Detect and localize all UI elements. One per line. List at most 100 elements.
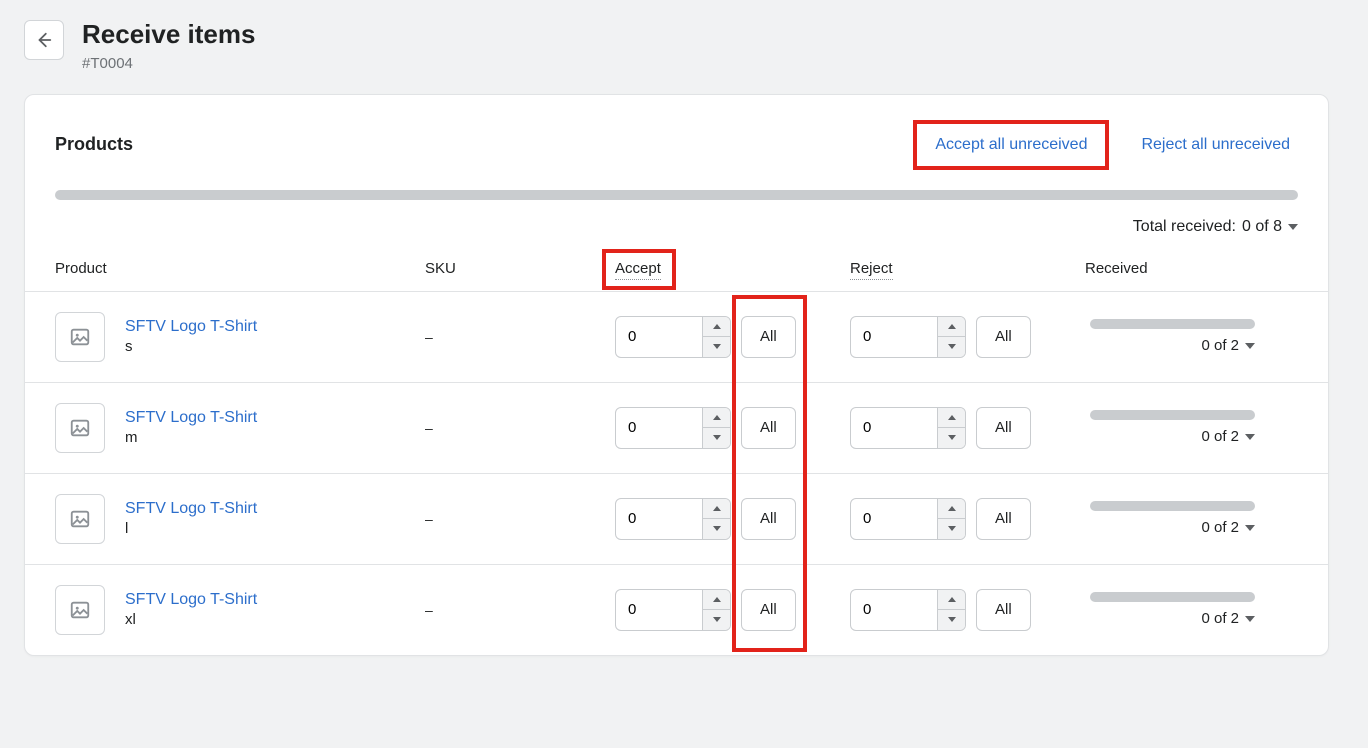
product-thumbnail — [55, 494, 105, 544]
table-row: SFTV Logo T-Shirt s – All — [25, 291, 1328, 382]
product-variant: m — [125, 429, 257, 446]
reject-qty-up[interactable] — [938, 317, 965, 338]
reject-all-button[interactable]: All — [976, 589, 1031, 631]
accept-qty-down[interactable] — [703, 610, 730, 630]
col-product: Product — [25, 246, 405, 292]
accept-qty-input[interactable] — [616, 499, 702, 539]
caret-down-icon — [948, 526, 956, 531]
sku-value: – — [425, 329, 433, 345]
received-value: 0 of 2 — [1201, 337, 1239, 354]
caret-down-icon — [713, 435, 721, 440]
product-link[interactable]: SFTV Logo T-Shirt — [125, 591, 257, 609]
caret-up-icon — [948, 597, 956, 602]
arrow-left-icon — [35, 31, 53, 49]
image-placeholder-icon — [69, 508, 91, 530]
page-title: Receive items — [82, 18, 255, 51]
reject-qty-down[interactable] — [938, 337, 965, 357]
reject-qty-stepper[interactable] — [850, 407, 966, 449]
accept-qty-stepper[interactable] — [615, 407, 731, 449]
table-row: SFTV Logo T-Shirt l – All — [25, 473, 1328, 564]
row-progress-bar — [1090, 592, 1255, 602]
caret-up-icon — [713, 506, 721, 511]
caret-down-icon — [948, 617, 956, 622]
product-thumbnail — [55, 403, 105, 453]
image-placeholder-icon — [69, 599, 91, 621]
accept-qty-stepper[interactable] — [615, 498, 731, 540]
total-received-toggle[interactable]: Total received: 0 of 8 — [25, 212, 1328, 246]
total-received-label: Total received: — [1133, 218, 1236, 236]
caret-down-icon — [713, 344, 721, 349]
sku-value: – — [425, 511, 433, 527]
accept-qty-input[interactable] — [616, 408, 702, 448]
col-reject: Reject — [850, 260, 893, 280]
reject-qty-stepper[interactable] — [850, 316, 966, 358]
accept-all-button[interactable]: All — [741, 498, 796, 540]
accept-qty-down[interactable] — [703, 337, 730, 357]
reject-qty-stepper[interactable] — [850, 498, 966, 540]
sku-value: – — [425, 420, 433, 436]
chevron-down-icon — [1245, 525, 1255, 531]
accept-qty-input[interactable] — [616, 317, 702, 357]
reject-all-button[interactable]: All — [976, 407, 1031, 449]
accept-qty-input[interactable] — [616, 590, 702, 630]
accept-qty-stepper[interactable] — [615, 316, 731, 358]
received-toggle[interactable]: 0 of 2 — [1201, 519, 1255, 536]
accept-qty-up[interactable] — [703, 499, 730, 520]
product-thumbnail — [55, 312, 105, 362]
accept-qty-up[interactable] — [703, 317, 730, 338]
received-toggle[interactable]: 0 of 2 — [1201, 428, 1255, 445]
reject-qty-input[interactable] — [851, 499, 937, 539]
accept-all-button[interactable]: All — [741, 407, 796, 449]
caret-down-icon — [948, 435, 956, 440]
received-value: 0 of 2 — [1201, 610, 1239, 627]
caret-down-icon — [948, 344, 956, 349]
accept-qty-up[interactable] — [703, 590, 730, 611]
reject-qty-down[interactable] — [938, 428, 965, 448]
accept-qty-up[interactable] — [703, 408, 730, 429]
reject-qty-input[interactable] — [851, 408, 937, 448]
caret-up-icon — [713, 597, 721, 602]
sku-value: – — [425, 602, 433, 618]
accept-all-button[interactable]: All — [741, 316, 796, 358]
received-toggle[interactable]: 0 of 2 — [1201, 337, 1255, 354]
caret-up-icon — [948, 415, 956, 420]
total-progress-bar — [55, 190, 1298, 200]
row-progress-bar — [1090, 501, 1255, 511]
caret-up-icon — [948, 506, 956, 511]
row-progress-bar — [1090, 319, 1255, 329]
reject-qty-up[interactable] — [938, 499, 965, 520]
accept-all-button[interactable]: All — [741, 589, 796, 631]
table-row: SFTV Logo T-Shirt m – All — [25, 382, 1328, 473]
received-value: 0 of 2 — [1201, 428, 1239, 445]
back-button[interactable] — [24, 20, 64, 60]
transfer-id: #T0004 — [82, 55, 255, 72]
reject-qty-down[interactable] — [938, 519, 965, 539]
reject-qty-up[interactable] — [938, 408, 965, 429]
reject-qty-down[interactable] — [938, 610, 965, 630]
accept-qty-down[interactable] — [703, 428, 730, 448]
reject-all-unreceived-link[interactable]: Reject all unreceived — [1133, 130, 1298, 160]
caret-up-icon — [948, 324, 956, 329]
product-link[interactable]: SFTV Logo T-Shirt — [125, 318, 257, 336]
product-link[interactable]: SFTV Logo T-Shirt — [125, 500, 257, 518]
reject-qty-stepper[interactable] — [850, 589, 966, 631]
chevron-down-icon — [1245, 616, 1255, 622]
image-placeholder-icon — [69, 326, 91, 348]
reject-qty-up[interactable] — [938, 590, 965, 611]
accept-qty-down[interactable] — [703, 519, 730, 539]
reject-qty-input[interactable] — [851, 590, 937, 630]
total-received-value: 0 of 8 — [1242, 218, 1282, 236]
received-toggle[interactable]: 0 of 2 — [1201, 610, 1255, 627]
products-heading: Products — [55, 134, 133, 155]
reject-all-button[interactable]: All — [976, 498, 1031, 540]
product-variant: s — [125, 338, 257, 355]
caret-down-icon — [713, 617, 721, 622]
accept-all-unreceived-link[interactable]: Accept all unreceived — [927, 130, 1095, 160]
chevron-down-icon — [1245, 434, 1255, 440]
reject-qty-input[interactable] — [851, 317, 937, 357]
col-sku: SKU — [405, 246, 595, 292]
product-link[interactable]: SFTV Logo T-Shirt — [125, 409, 257, 427]
accept-qty-stepper[interactable] — [615, 589, 731, 631]
caret-up-icon — [713, 415, 721, 420]
reject-all-button[interactable]: All — [976, 316, 1031, 358]
